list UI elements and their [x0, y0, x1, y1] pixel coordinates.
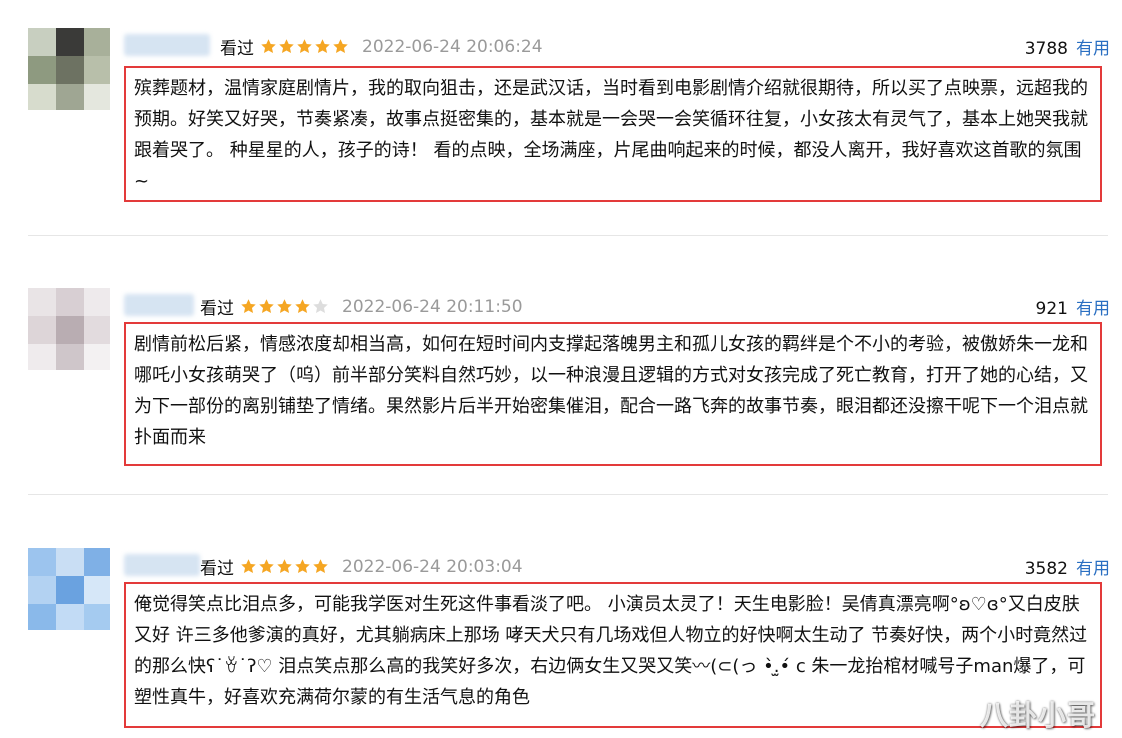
star-icon — [277, 559, 292, 574]
review-text: 殡葬题材，温情家庭剧情片，我的取向狙击，还是武汉话，当时看到电影剧情介绍就很期待… — [124, 66, 1102, 202]
review-date: 2022-06-24 20:03:04 — [342, 556, 523, 577]
review-meta: 看过 2022-06-24 20:06:24 — [220, 34, 543, 60]
useful-votes: 921 有用 — [1036, 294, 1110, 319]
star-icon — [295, 299, 310, 314]
useful-button[interactable]: 有用 — [1076, 39, 1110, 59]
star-icon — [261, 39, 276, 54]
useful-count: 921 — [1035, 299, 1068, 319]
username[interactable] — [124, 294, 194, 316]
review-date: 2022-06-24 20:06:24 — [362, 36, 543, 57]
username[interactable] — [124, 34, 210, 56]
star-icon — [333, 39, 348, 54]
avatar[interactable] — [28, 548, 110, 630]
useful-votes: 3788 有用 — [1025, 34, 1110, 59]
rating-stars — [260, 38, 350, 55]
divider — [28, 235, 1108, 236]
review-text: 剧情前松后紧，情感浓度却相当高，如何在短时间内支撑起落魄男主和孤儿女孩的羁绊是个… — [124, 322, 1102, 466]
watched-label: 看过 — [200, 299, 234, 319]
avatar[interactable] — [28, 288, 110, 370]
useful-count: 3582 — [1024, 559, 1068, 579]
username[interactable] — [124, 554, 200, 576]
useful-count: 3788 — [1024, 39, 1068, 59]
divider — [28, 494, 1108, 495]
review-meta: 看过 2022-06-24 20:11:50 — [200, 294, 523, 320]
review-item: 看过 2022-06-24 20:11:50 921 有用 剧情前松后紧，情感浓度… — [0, 260, 1122, 490]
star-icon — [241, 559, 256, 574]
star-icon — [259, 299, 274, 314]
watermark: 八卦小哥 — [979, 699, 1096, 732]
star-icon — [297, 39, 312, 54]
watched-label: 看过 — [220, 39, 254, 59]
star-icon — [241, 299, 256, 314]
review-meta: 看过 2022-06-24 20:03:04 — [200, 554, 523, 580]
review-date: 2022-06-24 20:11:50 — [342, 296, 523, 317]
star-icon — [295, 559, 310, 574]
rating-stars — [240, 298, 330, 315]
watched-label: 看过 — [200, 559, 234, 579]
avatar[interactable] — [28, 28, 110, 110]
review-item: 看过 2022-06-24 20:03:04 3582 有用 俺觉得笑点比泪点多，… — [0, 520, 1122, 738]
useful-votes: 3582 有用 — [1025, 554, 1110, 579]
star-icon — [313, 299, 328, 314]
review-item: 看过 2022-06-24 20:06:24 3788 有用 殡葬题材，温情家庭剧… — [0, 0, 1122, 230]
star-icon — [277, 299, 292, 314]
star-icon — [315, 39, 330, 54]
star-icon — [279, 39, 294, 54]
rating-stars — [240, 558, 330, 575]
useful-button[interactable]: 有用 — [1076, 559, 1110, 579]
useful-button[interactable]: 有用 — [1076, 299, 1110, 319]
review-text: 俺觉得笑点比泪点多，可能我学医对生死这件事看淡了吧。 小演员太灵了！天生电影脸！… — [124, 582, 1102, 728]
star-icon — [259, 559, 274, 574]
star-icon — [313, 559, 328, 574]
